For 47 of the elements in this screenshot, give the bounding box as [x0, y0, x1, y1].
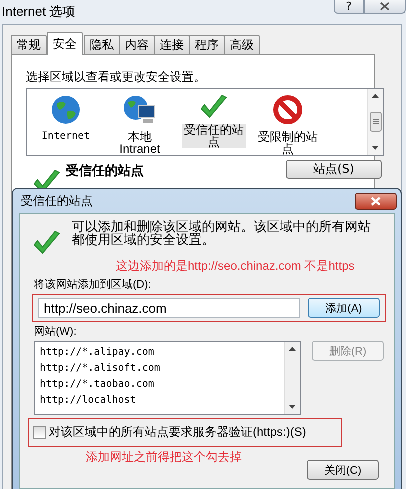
no-entry-icon [273, 95, 303, 125]
annotation-text: 添加网址之前得把这个勾去掉 [86, 449, 243, 466]
tab[interactable]: 连接 [154, 35, 190, 54]
check-icon [34, 231, 60, 254]
url-input-field[interactable]: http://seo.chinaz.com [38, 298, 300, 318]
help-button[interactable]: ? [334, 0, 364, 14]
instruction-text: 选择区域以查看或更改安全设置。 [26, 69, 207, 86]
window-title: Internet 选项 [1, 3, 76, 21]
dialog-title: 受信任的站点 [21, 192, 93, 210]
globe-icon [51, 95, 81, 125]
close-button[interactable] [355, 192, 397, 210]
site-item[interactable]: http://*.alipay.com [40, 345, 279, 361]
scroll-thumb[interactable] [370, 112, 382, 132]
close-dialog-button[interactable]: 关闭(C) [307, 460, 379, 480]
tab[interactable]: 安全 [47, 32, 83, 55]
scroll-up-icon[interactable] [289, 347, 296, 351]
scroll-up-icon[interactable] [372, 94, 379, 98]
site-item[interactable]: http://*.alisoft.com [40, 361, 279, 377]
globe-computer-icon [123, 95, 157, 125]
close-icon [380, 2, 390, 11]
scroll-down-icon[interactable] [372, 146, 379, 150]
scrollbar[interactable] [367, 89, 383, 155]
close-icon [371, 196, 381, 206]
zone-label[interactable]: 受信任的站点 [182, 124, 246, 148]
tab[interactable]: 高级 [224, 35, 260, 54]
zone-label[interactable]: Internet [33, 131, 99, 143]
zone-label[interactable]: 受限制的站点 [256, 131, 320, 155]
zone-title: 受信任的站点 [66, 162, 145, 180]
scrollbar[interactable] [284, 342, 300, 414]
info-text: 可以添加和删除该区域的网站。该区域中的所有网站都使用区域的安全设置。 [72, 220, 372, 246]
tab[interactable]: 隐私 [84, 35, 120, 54]
site-item[interactable]: http://localhost [40, 393, 279, 409]
tab[interactable]: 程序 [189, 35, 225, 54]
sites-button[interactable]: 站点(S) [286, 160, 382, 179]
sites-label: 网站(W): [34, 325, 78, 339]
add-label: 将该网站添加到区域(D): [34, 278, 152, 292]
site-item[interactable]: http://*.taobao.com [40, 377, 279, 393]
close-button[interactable] [364, 0, 406, 14]
checkbox[interactable] [33, 426, 46, 439]
add-button[interactable]: 添加(A) [308, 298, 380, 318]
tab[interactable]: 常规 [11, 35, 47, 54]
scroll-down-icon[interactable] [289, 405, 296, 409]
annotation-text: 这边添加的是http://seo.chinaz.com 不是https [116, 258, 356, 275]
checkbox-label: 对该区域中的所有站点要求服务器验证(https:)(S) [49, 424, 306, 441]
tab[interactable]: 内容 [119, 35, 155, 54]
zone-label[interactable]: 本地 Intranet [108, 131, 172, 155]
check-icon [201, 95, 227, 118]
